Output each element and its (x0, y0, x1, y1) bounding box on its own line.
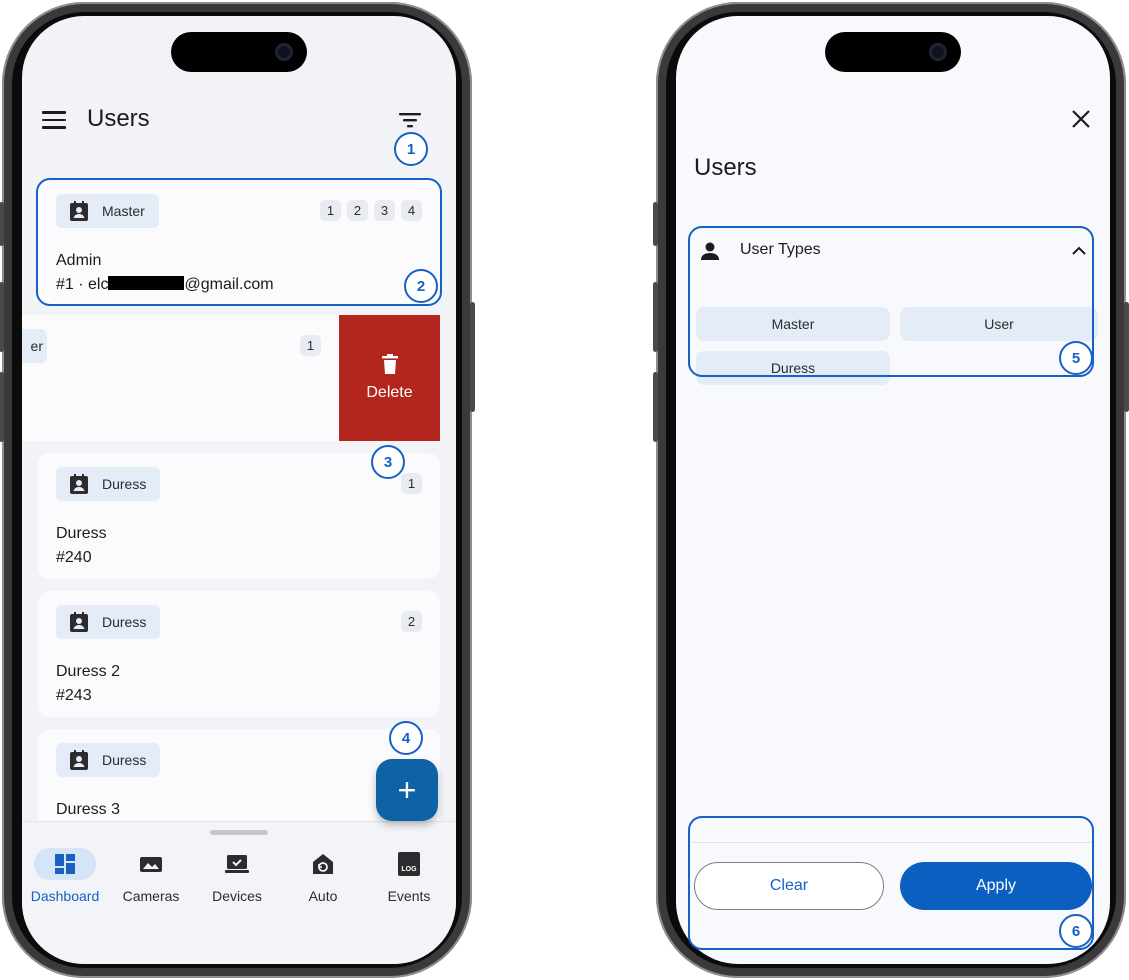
dynamic-island (825, 32, 961, 72)
app-bar: Users (22, 96, 456, 146)
bottom-navigation: Dashboard Cameras Devices Auto LOG Event… (22, 821, 456, 964)
camera-icon (140, 857, 162, 872)
volume-up-button (653, 282, 658, 352)
delete-label: Delete (366, 384, 413, 401)
chip-label: Duress (102, 614, 147, 630)
contact-badge-icon (70, 201, 88, 221)
power-button (1124, 302, 1129, 412)
user-type-chip: Duress (56, 467, 161, 501)
nav-item-auto[interactable]: Auto (280, 848, 366, 904)
partition-number: 3 (374, 200, 395, 221)
section-label: User Types (740, 241, 821, 258)
partition-number: 1 (300, 335, 321, 356)
user-card-admin[interactable]: Master 1 2 3 4 Admin #1 · elc @gmail.com (38, 180, 440, 304)
user-detail: #243 (56, 687, 92, 704)
swiped-chip-label: er (30, 338, 43, 354)
chip-label: Duress (102, 752, 147, 768)
front-camera (275, 43, 293, 61)
footer-divider (692, 842, 1094, 843)
type-option-user[interactable]: User (900, 307, 1098, 341)
action-button (0, 202, 4, 246)
volume-up-button (0, 282, 4, 352)
devices-icon (225, 855, 249, 873)
partition-numbers: 1 (401, 473, 422, 494)
chip-label: Master (102, 203, 145, 219)
partition-number: 4 (401, 200, 422, 221)
filter-sheet-title: Users (694, 154, 757, 181)
page-title: Users (87, 105, 150, 132)
partition-numbers: 2 (401, 611, 422, 632)
chip-label: Duress (102, 476, 147, 492)
nav-label: Cameras (122, 888, 180, 904)
add-user-button[interactable]: + (376, 759, 438, 821)
redaction-bar (108, 276, 185, 290)
nav-item-devices[interactable]: Devices (194, 848, 280, 904)
contact-badge-icon (70, 474, 88, 494)
left-screen: Users Master 1 2 3 4 Admin #1 · elc @gmai… (22, 16, 456, 964)
swiped-chip: er (22, 329, 47, 363)
trash-icon (381, 354, 398, 374)
dynamic-island (171, 32, 307, 72)
volume-down-button (653, 372, 658, 442)
nav-item-events[interactable]: LOG Events (366, 848, 452, 904)
contact-badge-icon (70, 612, 88, 632)
clear-button[interactable]: Clear (694, 862, 884, 910)
callout-6: 6 (1059, 914, 1093, 948)
callout-2: 2 (404, 269, 438, 303)
user-type-chip: Duress (56, 743, 161, 777)
log-icon-text: LOG (401, 866, 417, 873)
nav-label: Events (387, 888, 431, 904)
nav-item-dashboard[interactable]: Dashboard (22, 848, 108, 904)
callout-1: 1 (394, 132, 428, 166)
right-phone-frame: Users User Types Master User Duress Clea… (653, 2, 1129, 978)
user-types-header[interactable]: User Types (696, 228, 1090, 274)
hamburger-menu-icon[interactable] (42, 111, 66, 129)
type-option-duress[interactable]: Duress (696, 351, 890, 385)
user-detail: #1 · elc @gmail.com (56, 276, 274, 294)
drag-handle[interactable] (210, 830, 268, 835)
apply-button[interactable]: Apply (900, 862, 1092, 910)
user-name: Duress 2 (56, 663, 121, 680)
callout-5: 5 (1059, 341, 1093, 375)
user-id-prefix: #1 · elc (56, 276, 109, 293)
user-card-duress-2[interactable]: Duress 2 Duress 2 #243 (38, 591, 440, 717)
nav-item-cameras[interactable]: Cameras (108, 848, 194, 904)
partition-number: 2 (347, 200, 368, 221)
user-type-chip: Duress (56, 605, 161, 639)
partition-number: 2 (401, 611, 422, 632)
callout-4: 4 (389, 721, 423, 755)
user-type-chip: Master (56, 194, 159, 228)
close-icon[interactable] (1070, 108, 1092, 130)
right-screen: Users User Types Master User Duress Clea… (676, 16, 1110, 964)
automation-icon (313, 854, 333, 874)
volume-down-button (0, 372, 4, 442)
person-icon (701, 242, 719, 260)
filter-icon[interactable] (398, 110, 422, 130)
filter-footer: Clear Apply (692, 818, 1094, 952)
nav-label: Devices (212, 888, 262, 904)
chevron-up-icon[interactable] (1072, 246, 1086, 256)
log-icon: LOG (398, 852, 420, 876)
user-name: Admin (56, 252, 102, 269)
user-name: Duress (56, 525, 107, 542)
user-name: Duress 3 (56, 801, 121, 818)
type-option-master[interactable]: Master (696, 307, 890, 341)
action-button (653, 202, 658, 246)
dashboard-icon (55, 854, 75, 874)
swiped-card-row[interactable]: er 1 Delete (22, 315, 440, 441)
nav-label: Auto (308, 888, 338, 904)
user-types-section: User Types Master User Duress (692, 228, 1098, 385)
delete-action[interactable]: Delete (339, 315, 440, 441)
partition-number: 1 (401, 473, 422, 494)
partition-number: 1 (320, 200, 341, 221)
contact-badge-icon (70, 750, 88, 770)
email-suffix: @gmail.com (184, 276, 274, 293)
nav-label: Dashboard (30, 888, 100, 904)
front-camera (929, 43, 947, 61)
power-button (470, 302, 475, 412)
callout-3: 3 (371, 445, 405, 479)
partition-numbers: 1 2 3 4 (320, 200, 422, 221)
user-detail: #240 (56, 549, 92, 566)
